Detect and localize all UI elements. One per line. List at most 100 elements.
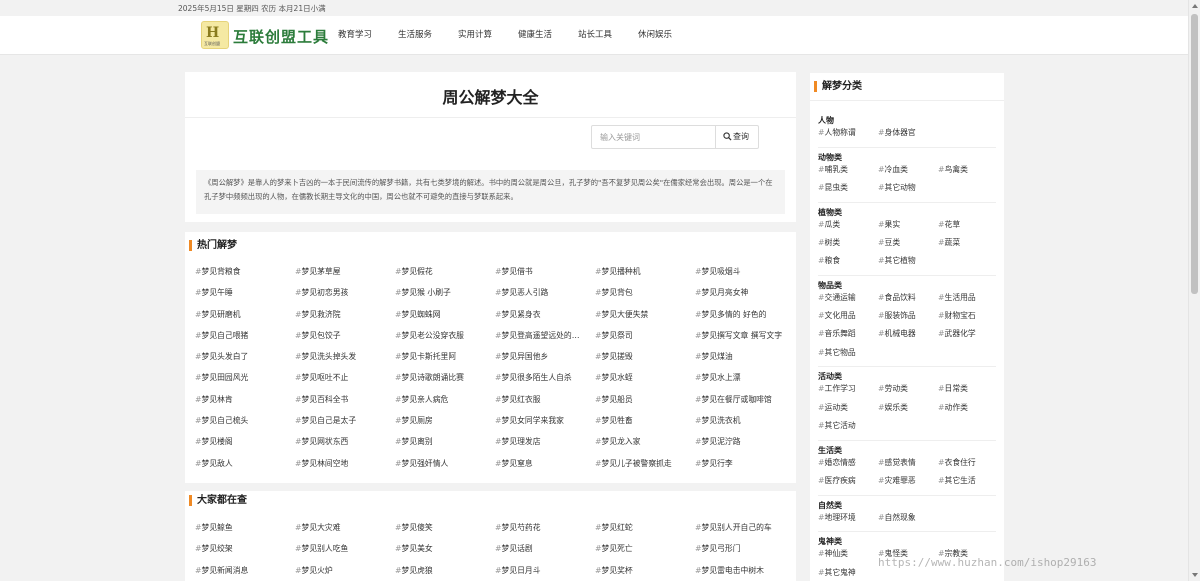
dream-link[interactable]: #梦见窒息 bbox=[495, 458, 595, 479]
category-link[interactable]: #其它活动 bbox=[818, 420, 878, 438]
dream-link[interactable]: #梦见祭司 bbox=[595, 330, 695, 351]
dream-link[interactable]: #梦见林肯 bbox=[195, 394, 295, 415]
dream-link[interactable]: #梦见茅草屋 bbox=[295, 266, 395, 287]
dream-link[interactable]: #梦见美女 bbox=[395, 543, 495, 564]
category-link[interactable]: #果实 bbox=[878, 219, 938, 237]
dream-link[interactable]: #梦见研磨机 bbox=[195, 309, 295, 330]
dream-link[interactable]: #梦见搓毁 bbox=[595, 351, 695, 372]
category-link[interactable]: #花草 bbox=[938, 219, 998, 237]
dream-link[interactable]: #梦见田园风光 bbox=[195, 372, 295, 393]
category-link[interactable]: #食品饮料 bbox=[878, 292, 938, 310]
scroll-up-icon[interactable] bbox=[1192, 4, 1198, 8]
category-link[interactable]: #日常类 bbox=[938, 383, 998, 401]
dream-link[interactable]: #梦见奖杯 bbox=[595, 565, 695, 581]
category-link[interactable]: #瓜类 bbox=[818, 219, 878, 237]
dream-link[interactable]: #梦见敌人 bbox=[195, 458, 295, 479]
category-link[interactable]: #财物宝石 bbox=[938, 310, 998, 328]
page-scrollbar[interactable] bbox=[1188, 0, 1200, 581]
category-link[interactable]: #交通运输 bbox=[818, 292, 878, 310]
dream-link[interactable]: #梦见诗歌朗诵比赛 bbox=[395, 372, 495, 393]
dream-link[interactable]: #梦见儿子被警察抓走 bbox=[595, 458, 695, 479]
dream-link[interactable]: #梦见泥泞路 bbox=[695, 436, 795, 457]
dream-link[interactable]: #梦见傻笑 bbox=[395, 522, 495, 543]
dream-link[interactable]: #梦见红蛇 bbox=[595, 522, 695, 543]
category-link[interactable]: #其它鬼神 bbox=[818, 567, 878, 581]
category-link[interactable]: #其它生活 bbox=[938, 475, 998, 493]
dream-link[interactable]: #梦见包饺子 bbox=[295, 330, 395, 351]
category-link[interactable]: #灾难罪恶 bbox=[878, 475, 938, 493]
category-link[interactable]: #医疗疾病 bbox=[818, 475, 878, 493]
category-link[interactable]: #婚恋情感 bbox=[818, 457, 878, 475]
dream-link[interactable]: #梦见异国他乡 bbox=[495, 351, 595, 372]
nav-item-education[interactable]: 教育学习 bbox=[338, 16, 398, 55]
dream-link[interactable]: #梦见亲人病危 bbox=[395, 394, 495, 415]
category-link[interactable]: #鸟禽类 bbox=[938, 164, 998, 182]
dream-link[interactable]: #梦见假花 bbox=[395, 266, 495, 287]
scroll-down-icon[interactable] bbox=[1192, 573, 1198, 577]
category-link[interactable]: #音乐舞蹈 bbox=[818, 328, 878, 346]
dream-link[interactable]: #梦见火炉 bbox=[295, 565, 395, 581]
nav-item-webmaster-tools[interactable]: 站长工具 bbox=[578, 16, 638, 55]
category-link[interactable]: #运动类 bbox=[818, 402, 878, 420]
dream-link[interactable]: #梦见林间空地 bbox=[295, 458, 395, 479]
dream-link[interactable]: #梦见吸烟斗 bbox=[695, 266, 795, 287]
dream-link[interactable]: #梦见楼阁 bbox=[195, 436, 295, 457]
dream-link[interactable]: #梦见离别 bbox=[395, 436, 495, 457]
dream-link[interactable]: #梦见很多陌生人自杀 bbox=[495, 372, 595, 393]
category-link[interactable]: #劳动类 bbox=[878, 383, 938, 401]
dream-link[interactable]: #梦见救济院 bbox=[295, 309, 395, 330]
dream-link[interactable]: #梦见牲畜 bbox=[595, 415, 695, 436]
category-link[interactable]: #武器化学 bbox=[938, 328, 998, 346]
dream-link[interactable]: #梦见大灾难 bbox=[295, 522, 395, 543]
category-link[interactable]: #其它动物 bbox=[878, 182, 938, 200]
category-link[interactable]: #其它物品 bbox=[818, 347, 878, 365]
dream-link[interactable]: #梦见洗头掉头发 bbox=[295, 351, 395, 372]
category-link[interactable]: #自然现象 bbox=[878, 512, 938, 530]
category-link[interactable]: #感觉表情 bbox=[878, 457, 938, 475]
dream-link[interactable]: #梦见猴 小刷子 bbox=[395, 287, 495, 308]
dream-link[interactable]: #梦见鲸鱼 bbox=[195, 522, 295, 543]
dream-link[interactable]: #梦见厕房 bbox=[395, 415, 495, 436]
dream-link[interactable]: #梦见船员 bbox=[595, 394, 695, 415]
dream-link[interactable]: #梦见行李 bbox=[695, 458, 795, 479]
dream-link[interactable]: #梦见头发白了 bbox=[195, 351, 295, 372]
dream-link[interactable]: #梦见月亮女神 bbox=[695, 287, 795, 308]
dream-link[interactable]: #梦见蜘蛛网 bbox=[395, 309, 495, 330]
dream-link[interactable]: #梦见午睡 bbox=[195, 287, 295, 308]
category-link[interactable]: #动作类 bbox=[938, 402, 998, 420]
nav-item-life-service[interactable]: 生活服务 bbox=[398, 16, 458, 55]
category-link[interactable]: #树类 bbox=[818, 237, 878, 255]
category-link[interactable]: #神仙类 bbox=[818, 548, 878, 566]
dream-link[interactable]: #梦见撰写文章 撰写文字 bbox=[695, 330, 795, 351]
category-link[interactable]: #粮食 bbox=[818, 255, 878, 273]
dream-link[interactable]: #梦见女同学来我家 bbox=[495, 415, 595, 436]
dream-link[interactable]: #梦见绞架 bbox=[195, 543, 295, 564]
dream-link[interactable]: #梦见别人开自己的车 bbox=[695, 522, 795, 543]
category-link[interactable]: #生活用品 bbox=[938, 292, 998, 310]
dream-link[interactable]: #梦见卡斯托里阿 bbox=[395, 351, 495, 372]
dream-link[interactable]: #梦见在餐厅或咖啡馆 bbox=[695, 394, 795, 415]
category-link[interactable]: #娱乐类 bbox=[878, 402, 938, 420]
category-link[interactable]: #昆虫类 bbox=[818, 182, 878, 200]
dream-link[interactable]: #梦见自己喂猪 bbox=[195, 330, 295, 351]
dream-link[interactable]: #梦见日月斗 bbox=[495, 565, 595, 581]
dream-link[interactable]: #梦见水蛭 bbox=[595, 372, 695, 393]
dream-link[interactable]: #梦见背包 bbox=[595, 287, 695, 308]
category-link[interactable]: #服装饰品 bbox=[878, 310, 938, 328]
category-link[interactable]: #文化用品 bbox=[818, 310, 878, 328]
dream-link[interactable]: #梦见弓形门 bbox=[695, 543, 795, 564]
category-link[interactable]: #蔬菜 bbox=[938, 237, 998, 255]
category-link[interactable]: #人物称谓 bbox=[818, 127, 878, 145]
category-link[interactable]: #地理环境 bbox=[818, 512, 878, 530]
dream-link[interactable]: #梦见登高遥望远处的风景 bbox=[495, 330, 595, 351]
dream-link[interactable]: #梦见大便失禁 bbox=[595, 309, 695, 330]
category-link[interactable]: #机械电器 bbox=[878, 328, 938, 346]
dream-link[interactable]: #梦见老公没穿衣服 bbox=[395, 330, 495, 351]
category-link[interactable]: #豆类 bbox=[878, 237, 938, 255]
dream-link[interactable]: #梦见龙入家 bbox=[595, 436, 695, 457]
dream-link[interactable]: #梦见网状东西 bbox=[295, 436, 395, 457]
category-link[interactable]: #其它植物 bbox=[878, 255, 938, 273]
dream-link[interactable]: #梦见话剧 bbox=[495, 543, 595, 564]
category-link[interactable]: #身体器官 bbox=[878, 127, 938, 145]
scrollbar-thumb[interactable] bbox=[1191, 14, 1198, 294]
